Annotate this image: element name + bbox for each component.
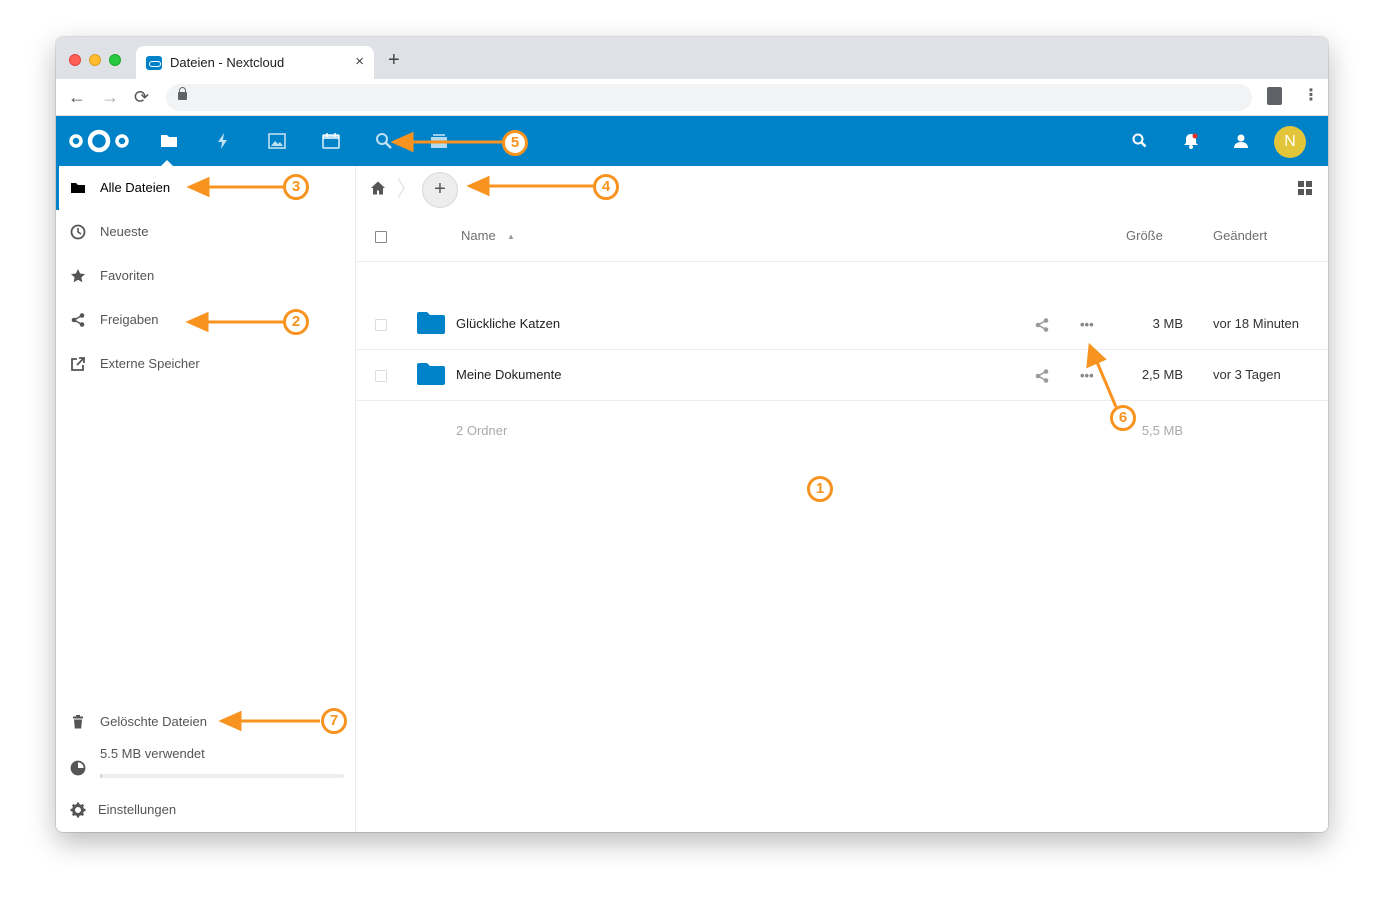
search-app-icon[interactable]	[374, 131, 394, 151]
forward-button[interactable]: →	[101, 87, 119, 107]
calendar-icon[interactable]	[321, 131, 341, 151]
file-size: 2,5 MB	[1141, 367, 1183, 382]
grid-view-icon[interactable]	[1298, 181, 1312, 195]
sidebar-item-settings[interactable]: Einstellungen	[56, 788, 356, 832]
address-bar[interactable]	[166, 84, 1252, 111]
sidebar-item-label: Alle Dateien	[100, 180, 171, 195]
file-modified: vor 3 Tagen	[1213, 367, 1281, 382]
user-avatar[interactable]: N	[1274, 126, 1306, 158]
column-header-name[interactable]: Name	[461, 228, 496, 243]
browser-tabbar: Dateien - Nextcloud × +	[56, 37, 1328, 79]
new-tab-button[interactable]: +	[388, 50, 400, 70]
clock-icon	[70, 224, 86, 240]
gear-icon	[70, 802, 86, 818]
tab-close-icon[interactable]: ×	[355, 53, 364, 70]
column-header-size[interactable]: Größe	[1126, 228, 1163, 243]
browser-menu-button[interactable]: ⋮	[1303, 87, 1319, 105]
share-icon	[71, 313, 85, 327]
summary-folder-count: 2 Ordner	[456, 423, 508, 438]
divider	[356, 349, 1328, 350]
folder-icon	[417, 312, 445, 334]
deck-icon[interactable]	[429, 131, 449, 151]
callout-badge: 7	[321, 708, 347, 734]
sort-indicator-icon: ▲	[507, 232, 515, 241]
nextcloud-header: N	[56, 116, 1328, 166]
sidebar-item-label: Neueste	[100, 224, 149, 239]
sidebar-item-favorites[interactable]: Favoriten	[56, 254, 356, 298]
maximize-window-button[interactable]	[109, 54, 121, 66]
quota-progress-fill	[100, 774, 103, 778]
sidebar-item-label: Favoriten	[100, 268, 155, 283]
tab-title: Dateien - Nextcloud	[170, 55, 285, 70]
browser-window: Dateien - Nextcloud × + ← → ⟳ ⋮ N Alle D…	[56, 37, 1328, 832]
row-checkbox[interactable]	[375, 370, 387, 382]
divider	[356, 261, 1328, 262]
callout-badge: 5	[502, 130, 528, 156]
search-icon[interactable]	[1130, 131, 1150, 151]
row-checkbox[interactable]	[375, 319, 387, 331]
quota-progress-bar	[100, 774, 344, 778]
browser-tab-active[interactable]: Dateien - Nextcloud ×	[136, 46, 374, 79]
external-link-icon	[71, 357, 85, 371]
new-file-button[interactable]: +	[422, 172, 458, 208]
quota-label: 5.5 MB verwendet	[100, 746, 205, 761]
file-modified: vor 18 Minuten	[1213, 316, 1299, 331]
extension-icon[interactable]	[1267, 87, 1282, 105]
file-name[interactable]: Meine Dokumente	[456, 367, 562, 382]
back-button[interactable]: ←	[68, 87, 86, 107]
sidebar-item-label: Freigaben	[100, 312, 159, 327]
file-name[interactable]: Glückliche Katzen	[456, 316, 560, 331]
close-window-button[interactable]	[69, 54, 81, 66]
notifications-icon[interactable]	[1181, 131, 1201, 151]
nextcloud-logo-icon[interactable]	[68, 128, 130, 154]
share-icon[interactable]	[1034, 368, 1050, 384]
column-header-modified[interactable]: Geändert	[1213, 228, 1267, 243]
nextcloud-favicon-icon	[146, 56, 162, 70]
minimize-window-button[interactable]	[89, 54, 101, 66]
star-icon	[71, 269, 85, 283]
callout-badge: 3	[283, 174, 309, 200]
file-size: 3 MB	[1152, 316, 1183, 331]
callout-badge: 2	[283, 309, 309, 335]
sidebar-item-trash[interactable]: Gelöschte Dateien	[56, 700, 356, 744]
sidebar-item-shares[interactable]: Freigaben	[56, 298, 356, 342]
share-icon[interactable]	[1034, 317, 1050, 333]
callout-badge: 4	[593, 174, 619, 200]
lock-icon	[178, 87, 187, 100]
sidebar-item-label: Externe Speicher	[100, 356, 200, 371]
home-icon[interactable]	[370, 180, 386, 196]
sidebar-quota: 5.5 MB verwendet	[56, 746, 356, 790]
sidebar-item-all-files[interactable]: Alle Dateien	[56, 166, 356, 210]
select-all-checkbox[interactable]	[375, 231, 387, 243]
activity-icon[interactable]	[213, 131, 233, 151]
app-navigation: Alle Dateien Neueste Favoriten Freigaben	[56, 166, 356, 832]
pie-chart-icon	[70, 760, 86, 776]
sidebar-item-label: Gelöschte Dateien	[100, 714, 207, 729]
trash-icon	[73, 715, 83, 729]
callout-badge: 1	[807, 476, 833, 502]
contacts-icon[interactable]	[1231, 131, 1251, 151]
app-content: + Name ▲ Größe Geändert Glückliche Katze…	[356, 166, 1328, 832]
gallery-icon[interactable]	[267, 131, 287, 151]
sidebar-item-label: Einstellungen	[98, 802, 177, 817]
more-actions-icon[interactable]: •••	[1080, 317, 1094, 332]
callout-badge: 6	[1110, 405, 1136, 431]
files-icon[interactable]	[159, 131, 179, 151]
folder-icon	[71, 183, 85, 193]
more-actions-icon[interactable]: •••	[1080, 368, 1094, 383]
breadcrumb-separator-icon	[397, 177, 405, 199]
sidebar-item-external-storage[interactable]: Externe Speicher	[56, 342, 356, 386]
sidebar-item-recent[interactable]: Neueste	[56, 210, 356, 254]
reload-button[interactable]: ⟳	[134, 87, 149, 107]
browser-toolbar: ← → ⟳ ⋮	[56, 79, 1328, 116]
folder-icon	[417, 363, 445, 385]
divider	[356, 400, 1328, 401]
